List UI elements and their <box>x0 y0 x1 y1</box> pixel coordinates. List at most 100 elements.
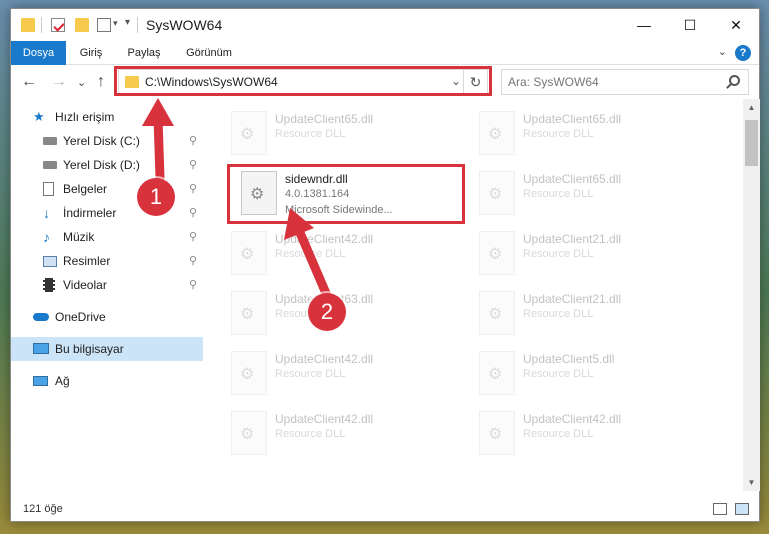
drive-icon <box>43 161 57 169</box>
tab-home[interactable]: Giriş <box>73 41 109 65</box>
sidebar-item-quick-access[interactable]: ★ Hızlı erişim <box>11 105 203 129</box>
maximize-button[interactable]: ☐ <box>667 9 713 41</box>
refresh-button[interactable]: ↻ <box>463 70 487 94</box>
sidebar-item-pictures[interactable]: Resimler ⚲ <box>11 249 203 273</box>
file-tile[interactable]: UpdateClient42.dll Resource DLL <box>227 347 467 403</box>
file-name: UpdateClient5.dll <box>523 352 615 366</box>
sidebar-item-music[interactable]: ♪ Müzik ⚲ <box>11 225 203 249</box>
separator <box>137 17 138 33</box>
file-tile-sidewndr[interactable]: sidewndr.dll 4.0.1381.164 Microsoft Side… <box>237 167 477 223</box>
close-button[interactable]: ✕ <box>713 9 759 41</box>
sidebar-item-label: Yerel Disk (D:) <box>63 158 140 172</box>
address-dropdown-icon[interactable]: ⌄ <box>451 74 461 88</box>
search-icon[interactable] <box>729 75 740 86</box>
dll-file-icon <box>479 351 515 395</box>
computer-icon <box>33 343 49 354</box>
up-button[interactable]: ↑ <box>97 73 105 91</box>
file-tile[interactable]: UpdateClient21.dll Resource DLL <box>475 227 715 283</box>
tab-file[interactable]: Dosya <box>11 41 66 65</box>
sidebar-item-label: İndirmeler <box>63 206 117 220</box>
sidebar-item-local-disk-c[interactable]: Yerel Disk (C:) ⚲ <box>11 129 203 153</box>
window-title: SysWOW64 <box>146 17 223 33</box>
scroll-down-icon[interactable]: ▼ <box>743 474 760 491</box>
search-box[interactable] <box>501 69 749 95</box>
file-tile[interactable]: UpdateClient63.dll Resource DLL <box>227 287 467 343</box>
title-bar: ▾ ▾ SysWOW64 — ☐ ✕ <box>11 9 759 41</box>
explorer-window: ▾ ▾ SysWOW64 — ☐ ✕ Dosya Giriş Paylaş Gö… <box>10 8 760 522</box>
forward-button[interactable]: → <box>51 73 67 91</box>
cloud-icon <box>33 313 49 321</box>
tiles-view-icon[interactable] <box>735 503 749 515</box>
file-tile[interactable]: UpdateClient65.dll Resource DLL <box>227 107 467 163</box>
dll-file-icon <box>231 291 267 335</box>
address-bar[interactable]: C:\Windows\SysWOW64 ⌄ ↻ <box>118 69 488 95</box>
file-name: UpdateClient42.dll <box>275 232 374 246</box>
sidebar-item-label: Videolar <box>63 278 107 292</box>
scrollbar-thumb[interactable] <box>745 120 758 166</box>
dll-file-icon <box>231 231 267 275</box>
collapse-ribbon-icon[interactable]: ⌄ <box>718 45 727 58</box>
file-type: Resource DLL <box>523 248 594 260</box>
downloads-icon: ↓ <box>43 205 50 221</box>
file-type: Resource DLL <box>523 308 594 320</box>
pin-icon[interactable]: ⚲ <box>189 177 197 201</box>
sidebar-item-network[interactable]: Ağ <box>11 369 203 393</box>
sidebar-item-this-pc[interactable]: Bu bilgisayar <box>11 337 203 361</box>
tab-view[interactable]: Görünüm <box>179 41 239 65</box>
file-tile[interactable]: UpdateClient65.dll Resource DLL <box>475 167 715 223</box>
back-button[interactable]: ← <box>21 73 37 91</box>
file-tile[interactable]: UpdateClient42.dll Resource DLL <box>227 407 467 463</box>
address-path[interactable]: C:\Windows\SysWOW64 <box>145 75 278 89</box>
pin-icon[interactable]: ⚲ <box>189 129 197 153</box>
file-tile[interactable]: UpdateClient5.dll Resource DLL <box>475 347 715 403</box>
pin-icon[interactable]: ⚲ <box>189 249 197 273</box>
sidebar-item-videos[interactable]: Videolar ⚲ <box>11 273 203 297</box>
sidebar-item-onedrive[interactable]: OneDrive <box>11 305 203 329</box>
sidebar-item-label: Belgeler <box>63 182 108 196</box>
sidebar-item-label: Ağ <box>55 374 70 388</box>
dll-file-icon <box>479 171 515 215</box>
dll-file-icon <box>231 351 267 395</box>
search-input[interactable] <box>508 74 718 90</box>
file-type: Resource DLL <box>523 368 594 380</box>
folder-icon[interactable] <box>21 18 35 32</box>
separator <box>41 17 42 33</box>
file-name: UpdateClient42.dll <box>275 412 374 426</box>
recent-locations-button[interactable]: ⌄ <box>77 76 86 89</box>
details-view-icon[interactable] <box>713 503 727 515</box>
file-name: UpdateClient21.dll <box>523 292 622 306</box>
minimize-button[interactable]: — <box>621 9 667 41</box>
file-type: Resource DLL <box>523 428 594 440</box>
scroll-up-icon[interactable]: ▲ <box>743 99 760 116</box>
star-icon: ★ <box>33 109 45 124</box>
new-folder-icon[interactable] <box>75 18 89 32</box>
pin-icon[interactable]: ⚲ <box>189 273 197 297</box>
file-tile[interactable]: UpdateClient42.dll Resource DLL <box>227 227 467 283</box>
file-name: sidewndr.dll <box>285 172 348 186</box>
help-icon[interactable]: ? <box>735 45 751 61</box>
customize-qa-icon[interactable]: ▾ <box>125 17 130 28</box>
sidebar-item-label: Yerel Disk (C:) <box>63 134 140 148</box>
pin-icon[interactable]: ⚲ <box>189 201 197 225</box>
properties-icon[interactable] <box>51 18 65 32</box>
tab-share[interactable]: Paylaş <box>121 41 167 65</box>
pin-icon[interactable]: ⚲ <box>189 153 197 177</box>
file-tile[interactable]: UpdateClient42.dll Resource DLL <box>475 407 715 463</box>
file-type: Resource DLL <box>275 428 346 440</box>
file-description: Microsoft Sidewinde... <box>285 204 393 216</box>
sidebar-item-label: Resimler <box>63 254 111 268</box>
sidebar-item-label: OneDrive <box>55 310 106 324</box>
dll-file-icon <box>241 171 277 215</box>
file-tile[interactable]: UpdateClient65.dll Resource DLL <box>475 107 715 163</box>
file-type: Resource DLL <box>275 248 346 260</box>
documents-icon <box>43 182 54 196</box>
view-options-icon[interactable] <box>97 18 111 32</box>
qa-dropdown-icon[interactable]: ▾ <box>113 18 118 29</box>
vertical-scrollbar[interactable]: ▲ ▼ <box>743 99 760 491</box>
dll-file-icon <box>231 411 267 455</box>
item-count: 121 öğe <box>23 503 63 515</box>
pin-icon[interactable]: ⚲ <box>189 225 197 249</box>
sidebar-item-downloads[interactable]: ↓ İndirmeler ⚲ <box>11 201 203 225</box>
sidebar-item-local-disk-d[interactable]: Yerel Disk (D:) ⚲ <box>11 153 203 177</box>
file-tile[interactable]: UpdateClient21.dll Resource DLL <box>475 287 715 343</box>
